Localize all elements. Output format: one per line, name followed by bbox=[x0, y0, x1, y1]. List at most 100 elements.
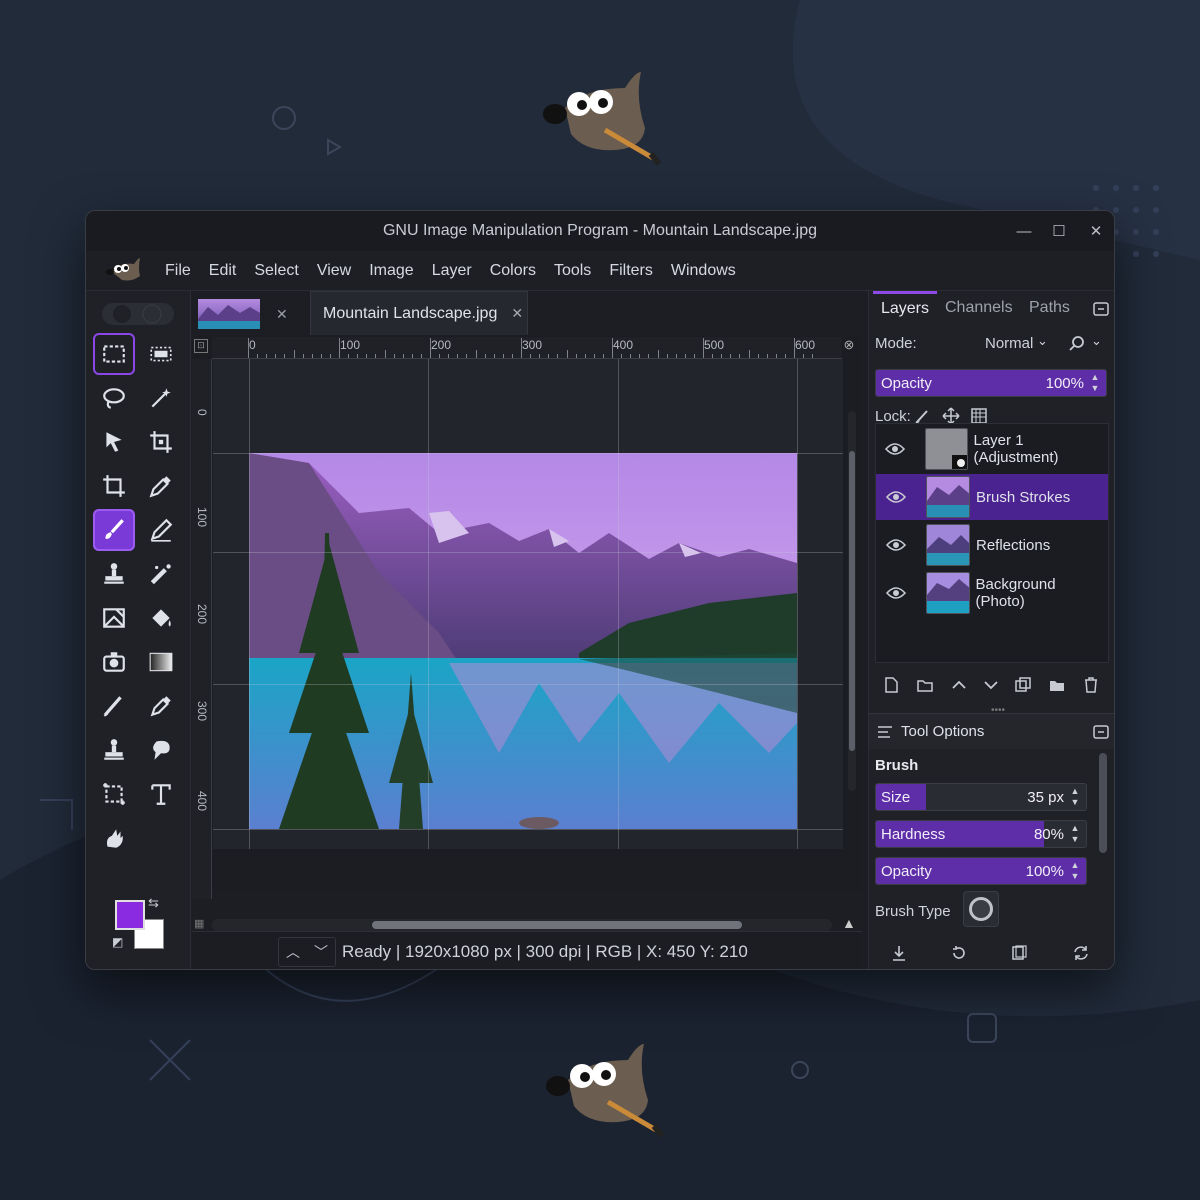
image-viewport[interactable] bbox=[213, 359, 843, 849]
brush-size-slider[interactable]: Size 35 px ▲ ▼ bbox=[875, 783, 1087, 811]
align-icon[interactable] bbox=[140, 421, 182, 463]
layer-row[interactable]: Layer 1 (Adjustment) bbox=[876, 426, 1108, 472]
spin-arrows-icon[interactable]: ▲ ▼ bbox=[1088, 372, 1102, 394]
spin-arrows-icon[interactable]: ▲ ▼ bbox=[1068, 823, 1082, 845]
document-tab[interactable]: Mountain Landscape.jpg ✕ bbox=[310, 291, 528, 335]
layer-row[interactable]: Background (Photo) bbox=[876, 570, 1108, 616]
gradient-icon[interactable] bbox=[140, 641, 182, 683]
tab-layers[interactable]: Layers bbox=[873, 291, 937, 327]
menu-image[interactable]: Image bbox=[360, 251, 422, 291]
menu-file[interactable]: File bbox=[156, 251, 200, 291]
eye-icon[interactable] bbox=[880, 538, 912, 552]
vertical-scroll-thumb[interactable] bbox=[849, 451, 855, 751]
lower-layer-icon[interactable] bbox=[979, 673, 1003, 697]
panel-menu-icon[interactable] bbox=[1089, 720, 1113, 744]
chevron-down-icon[interactable]: ⌄ bbox=[1091, 333, 1102, 349]
chevron-down-icon[interactable]: ﹀ bbox=[307, 938, 335, 966]
guide-line[interactable] bbox=[213, 684, 843, 685]
ink-icon[interactable] bbox=[93, 685, 135, 727]
horizontal-scroll-thumb[interactable] bbox=[372, 921, 742, 929]
guide-line[interactable] bbox=[213, 829, 843, 830]
camera-icon[interactable] bbox=[93, 641, 135, 683]
ellipse-select-icon[interactable] bbox=[140, 333, 182, 375]
dodge-icon[interactable] bbox=[93, 817, 135, 859]
menu-lines-icon[interactable] bbox=[873, 720, 897, 744]
lasso-icon[interactable] bbox=[93, 377, 135, 419]
layer-opacity-slider[interactable]: Opacity 100% ▲ ▼ bbox=[875, 369, 1107, 397]
eye-icon[interactable] bbox=[880, 442, 911, 456]
perspective-icon[interactable] bbox=[93, 597, 135, 639]
chevron-down-icon[interactable]: ⌄ bbox=[1037, 333, 1048, 349]
menu-select[interactable]: Select bbox=[245, 251, 307, 291]
spin-arrows-icon[interactable]: ▲ ▼ bbox=[1068, 786, 1082, 808]
eye-icon[interactable] bbox=[880, 490, 912, 504]
duplicate-layer-icon[interactable] bbox=[1011, 673, 1035, 697]
minimize-button[interactable]: — bbox=[1006, 211, 1042, 251]
chevron-up-icon[interactable]: ︿ bbox=[279, 938, 307, 966]
menu-edit[interactable]: Edit bbox=[200, 251, 246, 291]
ruler-corner-icon[interactable]: ⊡ bbox=[194, 339, 208, 353]
tab-close-icon[interactable]: ✕ bbox=[511, 305, 523, 322]
color-swatches[interactable] bbox=[115, 900, 170, 955]
rect-select-icon[interactable] bbox=[93, 333, 135, 375]
vertical-scrollbar[interactable] bbox=[848, 411, 856, 791]
layer-row[interactable]: Brush Strokes bbox=[876, 474, 1108, 520]
reset-options-icon[interactable] bbox=[1069, 941, 1093, 965]
paintbrush-icon[interactable] bbox=[93, 509, 135, 551]
restore-icon[interactable] bbox=[947, 941, 971, 965]
menu-colors[interactable]: Colors bbox=[481, 251, 545, 291]
tab-channels[interactable]: Channels bbox=[945, 291, 1013, 327]
save-options-icon[interactable] bbox=[887, 941, 911, 965]
image-thumbnail-tab[interactable]: ✕ bbox=[198, 295, 308, 333]
delete-layer-icon[interactable] bbox=[1079, 673, 1103, 697]
swap-colors-icon[interactable]: ⇆ bbox=[148, 895, 159, 911]
eyedropper-icon[interactable] bbox=[140, 685, 182, 727]
guide-line[interactable] bbox=[213, 453, 843, 454]
maximize-button[interactable]: ☐ bbox=[1041, 211, 1077, 251]
mode-dropdown[interactable]: Normal bbox=[985, 335, 1033, 352]
brush-hardness-slider[interactable]: Hardness 80% ▲ ▼ bbox=[875, 820, 1087, 848]
guide-line[interactable] bbox=[618, 359, 619, 849]
new-layer-icon[interactable] bbox=[879, 673, 903, 697]
new-group-icon[interactable] bbox=[913, 673, 937, 697]
search-icon[interactable] bbox=[1065, 331, 1089, 355]
brush-opacity-slider[interactable]: Opacity 100% ▲ ▼ bbox=[875, 857, 1087, 885]
reset-colors-icon[interactable]: ◩ bbox=[112, 935, 123, 949]
tool-options-scrollbar[interactable] bbox=[1099, 753, 1107, 853]
stamp-icon[interactable] bbox=[93, 729, 135, 771]
foreground-color-swatch[interactable] bbox=[115, 900, 145, 930]
move-icon[interactable] bbox=[93, 421, 135, 463]
brush-type-picker[interactable] bbox=[963, 891, 999, 927]
transform-icon[interactable] bbox=[93, 773, 135, 815]
panel-menu-icon[interactable] bbox=[1089, 297, 1113, 321]
menu-view[interactable]: View bbox=[308, 251, 360, 291]
delete-options-icon[interactable] bbox=[1007, 941, 1031, 965]
close-button[interactable]: ✕ bbox=[1078, 211, 1114, 251]
menu-filters[interactable]: Filters bbox=[600, 251, 662, 291]
heal-icon[interactable] bbox=[140, 553, 182, 595]
clone-icon[interactable] bbox=[93, 553, 135, 595]
color-picker-icon[interactable] bbox=[140, 465, 182, 507]
eye-icon[interactable] bbox=[880, 586, 912, 600]
tab-paths[interactable]: Paths bbox=[1029, 291, 1070, 327]
navigate-icon[interactable]: ▦ bbox=[194, 917, 208, 931]
zoom-fit-icon[interactable]: ⊗ bbox=[840, 337, 858, 355]
guide-line[interactable] bbox=[797, 359, 798, 849]
menu-windows[interactable]: Windows bbox=[662, 251, 745, 291]
raise-layer-icon[interactable] bbox=[947, 673, 971, 697]
guide-line[interactable] bbox=[249, 359, 250, 849]
menu-layer[interactable]: Layer bbox=[423, 251, 481, 291]
layer-row[interactable]: Reflections bbox=[876, 522, 1108, 568]
bucket-fill-icon[interactable] bbox=[140, 597, 182, 639]
crop-icon[interactable] bbox=[93, 465, 135, 507]
app-logo-icon[interactable] bbox=[102, 256, 142, 286]
menu-tools[interactable]: Tools bbox=[545, 251, 600, 291]
quick-mask-icon[interactable]: ▲ bbox=[842, 915, 856, 931]
guide-line[interactable] bbox=[213, 552, 843, 553]
smudge-icon[interactable] bbox=[140, 729, 182, 771]
guide-line[interactable] bbox=[428, 359, 429, 849]
thumbnail-close-icon[interactable]: ✕ bbox=[276, 306, 288, 323]
spin-arrows-icon[interactable]: ▲ ▼ bbox=[1068, 860, 1082, 882]
pencil-icon[interactable] bbox=[140, 509, 182, 551]
text-icon[interactable] bbox=[140, 773, 182, 815]
